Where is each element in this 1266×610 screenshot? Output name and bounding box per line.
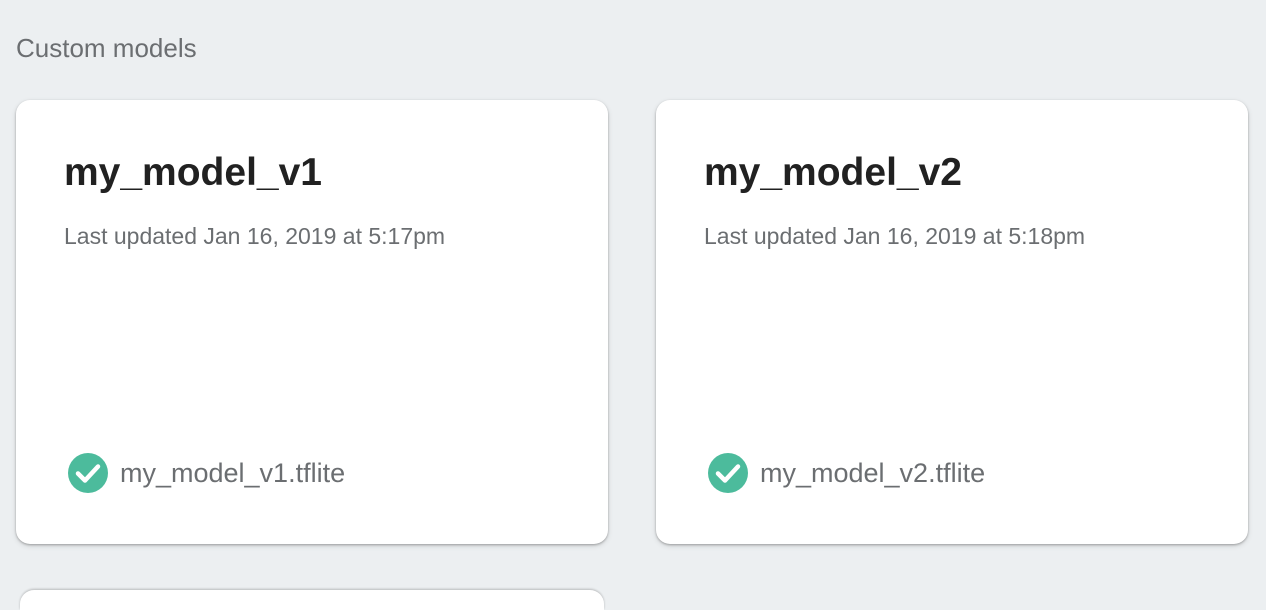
model-name: my_model_v2	[704, 151, 962, 194]
last-updated-text: Last updated Jan 16, 2019 at 5:17pm	[64, 223, 446, 249]
model-card-v2[interactable]: my_model_v2 Last updated Jan 16, 2019 at…	[656, 100, 1248, 544]
section-heading: Custom models	[16, 33, 197, 63]
check-circle-icon	[707, 452, 749, 494]
model-file-row: my_model_v1.tflite	[67, 452, 345, 494]
model-file-name: my_model_v2.tflite	[760, 458, 986, 488]
check-circle-icon	[67, 452, 109, 494]
last-updated-text: Last updated Jan 16, 2019 at 5:18pm	[704, 223, 1086, 249]
next-card-partial[interactable]	[20, 590, 604, 610]
model-file-row: my_model_v2.tflite	[707, 452, 985, 494]
model-name: my_model_v1	[64, 151, 322, 194]
model-file-name: my_model_v1.tflite	[120, 458, 346, 488]
model-card-v1[interactable]: my_model_v1 Last updated Jan 16, 2019 at…	[16, 100, 608, 544]
